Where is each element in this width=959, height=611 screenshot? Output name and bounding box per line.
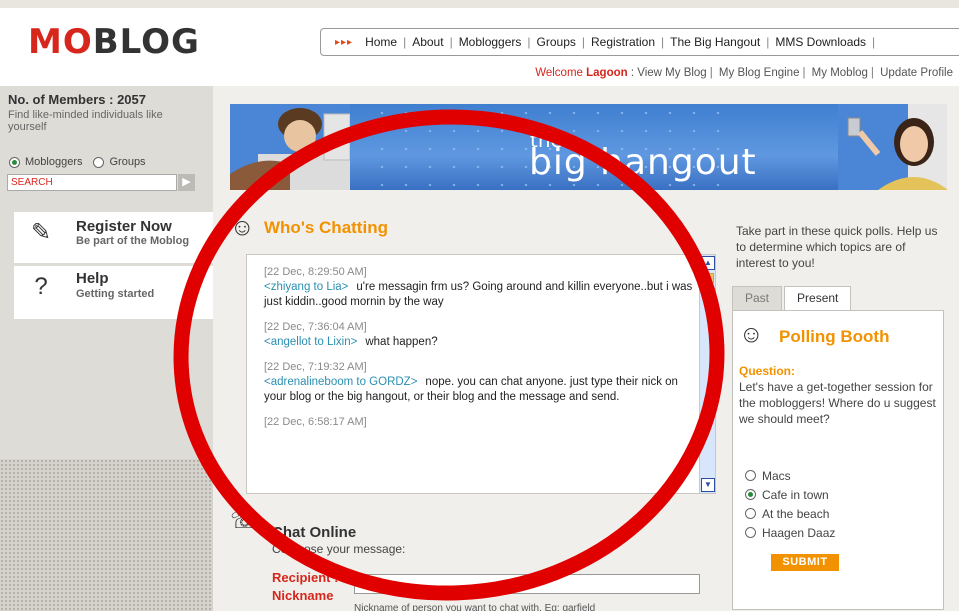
scroll-down-icon[interactable]: ▼ bbox=[701, 478, 715, 492]
poll-option[interactable]: Cafe in town bbox=[745, 485, 835, 504]
whos-chatting-section: ☺ Who's Chatting [22 Dec, 8:29:50 AM] <z… bbox=[230, 206, 730, 611]
chat-scrollbar[interactable]: ▲ ▼ bbox=[699, 255, 715, 493]
message-sender[interactable]: <adrenalineboom to GORDZ> bbox=[264, 376, 417, 388]
left-sidebar: No. of Members : 2057 Find like-minded i… bbox=[0, 86, 213, 611]
link-my-moblog[interactable]: My Moblog bbox=[812, 67, 868, 79]
recipient-input[interactable] bbox=[354, 574, 700, 594]
nav-mobloggers[interactable]: Mobloggers bbox=[459, 35, 522, 49]
main-content: the big hangout ☺ Who's Chatting [22 Dec… bbox=[213, 86, 959, 611]
welcome-bar: Welcome Lagoon : View My Blog | My Blog E… bbox=[535, 67, 953, 79]
radio-mobloggers-label: Mobloggers bbox=[25, 156, 83, 168]
recipient-label: Recipient : Nickname bbox=[272, 569, 338, 605]
nav-groups[interactable]: Groups bbox=[537, 35, 576, 49]
nav-home[interactable]: Home bbox=[365, 35, 397, 49]
chat-message: [22 Dec, 8:29:50 AM] <zhiyang to Lia> u'r… bbox=[264, 265, 700, 310]
top-strip bbox=[0, 0, 959, 8]
logo-blog: BLOG bbox=[92, 22, 200, 62]
register-pen-icon: ✎ bbox=[30, 219, 52, 246]
polling-person-icon: ☺ bbox=[739, 321, 764, 348]
scroll-thumb[interactable] bbox=[702, 273, 714, 283]
help-question-icon: ? bbox=[34, 273, 48, 300]
nav-registration[interactable]: Registration bbox=[591, 35, 655, 49]
chat-message: [22 Dec, 7:36:04 AM] <angellot to Lixin>… bbox=[264, 320, 700, 350]
help-subtitle: Getting started bbox=[76, 288, 155, 300]
logo-mo: MO bbox=[28, 22, 93, 62]
help-title: Help bbox=[76, 270, 109, 287]
search-type-radios: Mobloggers Groups bbox=[9, 156, 146, 168]
scroll-up-icon[interactable]: ▲ bbox=[701, 256, 715, 270]
tab-past[interactable]: Past bbox=[732, 286, 783, 310]
poll-options: Macs Cafe in town At the beach Haagen Da… bbox=[745, 466, 835, 542]
welcome-user[interactable]: Lagoon bbox=[586, 67, 628, 79]
poll-option-label: Haagen Daaz bbox=[762, 525, 836, 540]
chat-online-title: Chat Online bbox=[272, 524, 357, 541]
recipient-label-text: Recipient : bbox=[272, 570, 339, 585]
tab-present[interactable]: Present bbox=[784, 286, 852, 310]
message-timestamp: [22 Dec, 6:58:17 AM] bbox=[264, 416, 367, 428]
chat-log[interactable]: [22 Dec, 8:29:50 AM] <zhiyang to Lia> u'r… bbox=[246, 254, 716, 494]
submit-button[interactable]: SUBMIT bbox=[771, 554, 839, 571]
dotted-pattern bbox=[0, 459, 213, 611]
person-laptop-illustration bbox=[230, 104, 350, 190]
nav-arrows-icon: ▸▸▸ bbox=[335, 36, 354, 48]
nickname-hint: Nickname of person you want to chat with… bbox=[354, 603, 596, 611]
chat-message: [22 Dec, 6:58:17 AM] bbox=[264, 415, 700, 430]
nickname-label-text: Nickname bbox=[272, 588, 334, 603]
poll-option-label: Cafe in town bbox=[762, 487, 829, 502]
poll-option[interactable]: At the beach bbox=[745, 504, 835, 523]
nav-big-hangout[interactable]: The Big Hangout bbox=[670, 35, 760, 49]
polling-booth: ☺ Polling Booth Question: Let's have a g… bbox=[732, 310, 944, 610]
left-menu: ✎ Register Now Be part of the Moblog ? H… bbox=[14, 212, 213, 319]
compose-label: Compose your message: bbox=[272, 542, 406, 556]
poll-question: Let's have a get-together session for th… bbox=[739, 380, 936, 426]
link-my-blog-engine[interactable]: My Blog Engine bbox=[719, 67, 800, 79]
link-view-my-blog[interactable]: View My Blog bbox=[637, 67, 706, 79]
chat-people-icon: ☺ bbox=[230, 214, 255, 241]
poll-radio[interactable] bbox=[745, 527, 756, 538]
poll-radio[interactable] bbox=[745, 489, 756, 500]
register-title: Register Now bbox=[76, 218, 172, 235]
chat-messages: [22 Dec, 8:29:50 AM] <zhiyang to Lia> u'r… bbox=[264, 265, 700, 440]
link-update-profile[interactable]: Update Profile bbox=[880, 67, 953, 79]
message-sender[interactable]: <angellot to Lixin> bbox=[264, 336, 357, 348]
welcome-prefix: Welcome bbox=[535, 67, 583, 79]
message-timestamp: [22 Dec, 7:36:04 AM] bbox=[264, 321, 367, 333]
question-label: Question: bbox=[739, 364, 795, 378]
whos-chatting-title: Who's Chatting bbox=[264, 218, 388, 237]
poll-radio[interactable] bbox=[745, 508, 756, 519]
poll-option[interactable]: Haagen Daaz bbox=[745, 523, 835, 542]
message-timestamp: [22 Dec, 8:29:50 AM] bbox=[264, 266, 367, 278]
nav-mms-downloads[interactable]: MMS Downloads bbox=[775, 35, 866, 49]
poll-option-label: Macs bbox=[762, 468, 791, 483]
register-subtitle: Be part of the Moblog bbox=[76, 235, 190, 247]
polling-booth-title: Polling Booth bbox=[779, 327, 890, 346]
chat-online-icon: ☏ bbox=[230, 507, 261, 534]
member-subtitle: Find like-minded individuals like yourse… bbox=[8, 109, 163, 133]
register-now-item[interactable]: ✎ Register Now Be part of the Moblog bbox=[14, 212, 213, 258]
moblog-logo[interactable]: MOBLOG bbox=[28, 22, 200, 62]
polls-intro: Take part in these quick polls. Help us … bbox=[736, 224, 938, 270]
big-hangout-banner: the big hangout bbox=[230, 104, 947, 190]
nav-about[interactable]: About bbox=[412, 35, 443, 49]
poll-radio[interactable] bbox=[745, 470, 756, 481]
chat-message: [22 Dec, 7:19:32 AM] <adrenalineboom to … bbox=[264, 360, 700, 405]
person-phone-illustration bbox=[838, 104, 947, 190]
radio-groups[interactable] bbox=[93, 156, 105, 168]
main-nav: ▸▸▸ Home | About | Mobloggers | Groups | Reg… bbox=[320, 28, 959, 56]
help-item[interactable]: ? Help Getting started bbox=[14, 266, 213, 312]
message-text: what happen? bbox=[365, 336, 438, 348]
poll-option[interactable]: Macs bbox=[745, 466, 835, 485]
search-go-icon[interactable]: ▶ bbox=[178, 174, 195, 191]
message-sender[interactable]: <zhiyang to Lia> bbox=[264, 281, 348, 293]
radio-groups-label: Groups bbox=[109, 156, 146, 168]
banner-big-hangout: big hangout bbox=[529, 142, 757, 183]
poll-tabs: Past Present bbox=[732, 286, 852, 310]
poll-option-label: At the beach bbox=[762, 506, 830, 521]
message-timestamp: [22 Dec, 7:19:32 AM] bbox=[264, 361, 367, 373]
radio-mobloggers[interactable] bbox=[9, 156, 20, 168]
member-count: No. of Members : 2057 bbox=[8, 92, 146, 107]
search-input[interactable]: SEARCH bbox=[7, 174, 177, 191]
